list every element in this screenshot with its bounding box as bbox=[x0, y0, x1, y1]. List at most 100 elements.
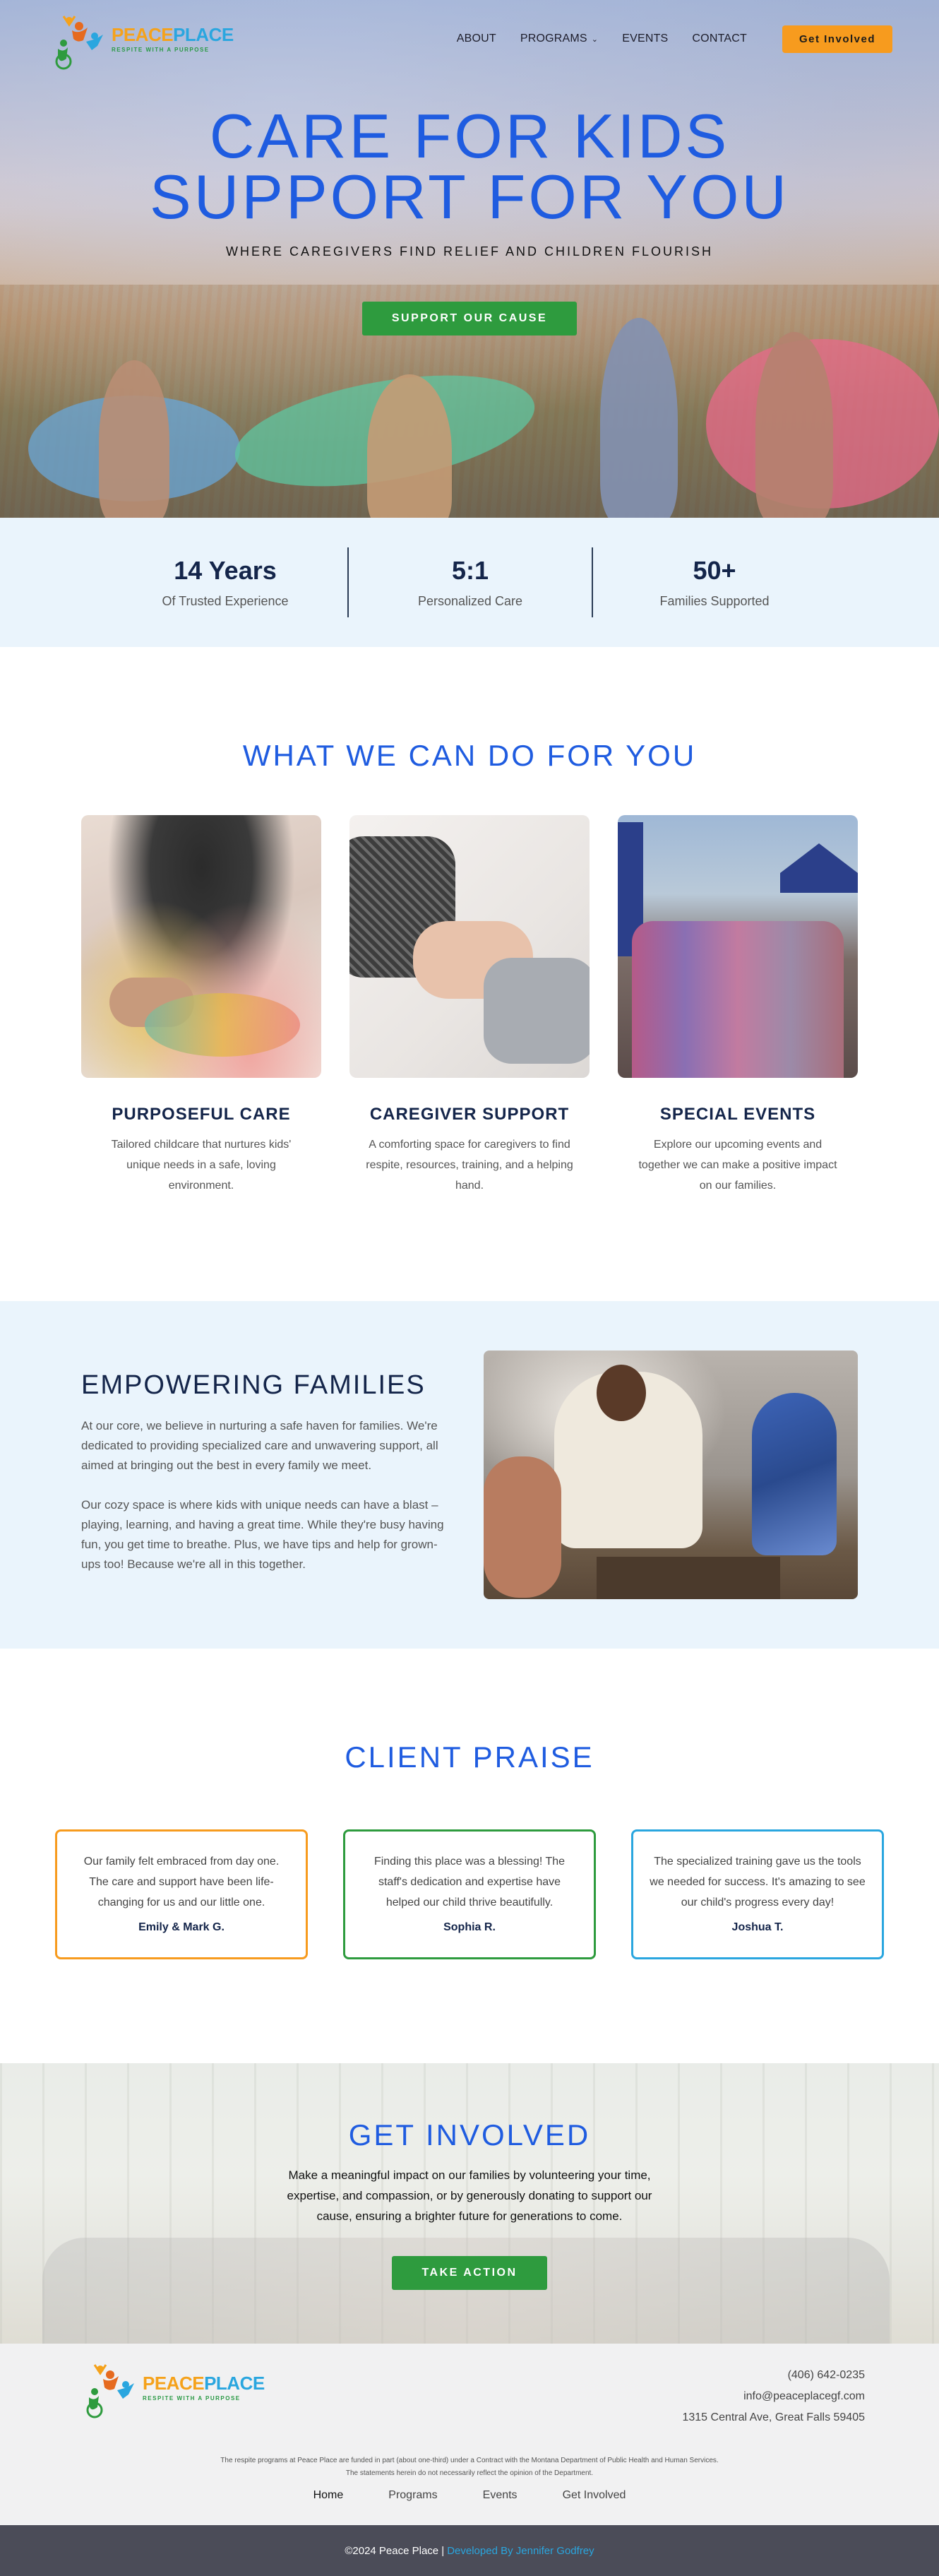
testimonial-quote: Our family felt embraced from day one. T… bbox=[83, 1856, 280, 1909]
testimonial-author: Emily & Mark G. bbox=[138, 1921, 225, 1933]
service-text: Explore our upcoming events and together… bbox=[638, 1139, 837, 1192]
developer-credit-link[interactable]: Developed By Jennifer Godfrey bbox=[447, 2545, 594, 2557]
get-involved-text: Make a meaningful impact on our families… bbox=[287, 2168, 652, 2223]
service-image-event-group bbox=[618, 815, 858, 1078]
take-action-button[interactable]: TAKE ACTION bbox=[392, 2256, 547, 2290]
stat-experience: 14 Years Of Trusted Experience bbox=[103, 547, 347, 617]
photo-paper-shapes bbox=[145, 993, 300, 1057]
hero-subtitle: WHERE CAREGIVERS FIND RELIEF AND CHILDRE… bbox=[225, 244, 714, 259]
testimonial-author: Joshua T. bbox=[731, 1921, 784, 1933]
funding-disclaimer: The respite programs at Peace Place are … bbox=[0, 2455, 939, 2480]
logo-tagline: RESPITE WITH A PURPOSE bbox=[143, 2394, 241, 2402]
testimonial-author: Sophia R. bbox=[443, 1921, 496, 1933]
nav-item-contact[interactable]: CONTACT bbox=[692, 32, 747, 45]
testimonial-quote: Finding this place was a blessing! The s… bbox=[373, 1856, 566, 1909]
hero-copy: CARE FOR KIDS SUPPORT FOR YOU WHERE CARE… bbox=[0, 105, 939, 336]
get-involved-section: GET INVOLVED Make a meaningful impact on… bbox=[0, 2063, 939, 2344]
services-title: WHAT WE CAN DO FOR YOU bbox=[242, 739, 697, 772]
logo-name-peace: PEACE bbox=[112, 23, 174, 45]
logo-figures-icon bbox=[85, 2355, 137, 2420]
footer-email[interactable]: info@peaceplacegf.com bbox=[682, 2386, 865, 2407]
empowering-title: EMPOWERING FAMILIES bbox=[81, 1370, 426, 1400]
stat-label: Families Supported bbox=[659, 594, 770, 608]
testimonial-card: Finding this place was a blessing! The s… bbox=[343, 1829, 596, 1959]
logo-name-place: PLACE bbox=[173, 23, 234, 45]
footer-address: 1315 Central Ave, Great Falls 59405 bbox=[682, 2411, 865, 2423]
footer: PEACEPLACE RESPITE WITH A PURPOSE (406) … bbox=[0, 2344, 939, 2525]
stat-number: 50+ bbox=[693, 556, 736, 585]
photo-father-head bbox=[597, 1365, 646, 1421]
empowering-families-section: EMPOWERING FAMILIES At our core, we beli… bbox=[0, 1301, 939, 1649]
service-title: PURPOSEFUL CARE bbox=[112, 1105, 291, 1124]
copyright-text: ©2024 Peace Place | bbox=[345, 2544, 445, 2557]
family-playing-image bbox=[484, 1351, 858, 1599]
service-title: CAREGIVER SUPPORT bbox=[369, 1105, 570, 1124]
logo-name-place: PLACE bbox=[204, 2372, 265, 2394]
hero-photo-child bbox=[755, 332, 833, 518]
testimonials: Our family felt embraced from day one. T… bbox=[0, 1829, 939, 1959]
photo-grey-sleeve bbox=[484, 958, 590, 1064]
logo-name-peace: PEACE bbox=[143, 2372, 205, 2394]
logo-name: PEACEPLACE bbox=[112, 25, 234, 44]
footer-link-get-involved[interactable]: Get Involved bbox=[563, 2489, 626, 2502]
hero-section: PEACEPLACE RESPITE WITH A PURPOSE ABOUT … bbox=[0, 0, 939, 518]
service-text: A comforting space for caregivers to fin… bbox=[366, 1139, 573, 1192]
service-card-purposeful-care: PURPOSEFUL CARE Tailored childcare that … bbox=[81, 815, 321, 1196]
get-involved-button[interactable]: Get Involved bbox=[782, 25, 892, 53]
services-section: WHAT WE CAN DO FOR YOU PURPOSEFUL CARE T… bbox=[0, 647, 939, 1301]
footer-link-programs[interactable]: Programs bbox=[388, 2489, 437, 2502]
footer-contact: (406) 642-0235 info@peaceplacegf.com 131… bbox=[682, 2365, 865, 2428]
footer-phone[interactable]: (406) 642-0235 bbox=[682, 2365, 865, 2386]
hero-title: CARE FOR KIDS SUPPORT FOR YOU bbox=[0, 105, 939, 228]
testimonial-card: The specialized training gave us the too… bbox=[631, 1829, 884, 1959]
stat-ratio: 5:1 Personalized Care bbox=[347, 547, 592, 617]
stat-number: 14 Years bbox=[174, 556, 277, 585]
praise-title: CLIENT PRAISE bbox=[345, 1740, 594, 1774]
stats-bar: 14 Years Of Trusted Experience 5:1 Perso… bbox=[0, 518, 939, 647]
footer-logo[interactable]: PEACEPLACE RESPITE WITH A PURPOSE bbox=[85, 2355, 265, 2420]
client-praise-section: CLIENT PRAISE Our family felt embraced f… bbox=[0, 1649, 939, 2063]
disclaimer-line: The respite programs at Peace Place are … bbox=[220, 2457, 719, 2464]
testimonial-quote: The specialized training gave us the too… bbox=[650, 1856, 866, 1909]
stat-number: 5:1 bbox=[451, 556, 489, 585]
service-image-crafts bbox=[81, 815, 321, 1078]
top-navigation: PEACEPLACE RESPITE WITH A PURPOSE ABOUT … bbox=[0, 0, 939, 78]
services-cards: PURPOSEFUL CARE Tailored childcare that … bbox=[0, 815, 939, 1196]
nav-item-programs-label: PROGRAMS bbox=[520, 32, 587, 44]
chevron-down-icon: ⌄ bbox=[591, 35, 599, 44]
get-involved-copy: GET INVOLVED Make a meaningful impact on… bbox=[0, 2063, 939, 2290]
main-menu: ABOUT PROGRAMS ⌄ EVENTS CONTACT Get Invol… bbox=[457, 25, 892, 53]
photo-event-tent bbox=[780, 843, 858, 893]
photo-child-hoodie bbox=[752, 1393, 837, 1555]
support-our-cause-button[interactable]: SUPPORT OUR CAUSE bbox=[361, 302, 578, 336]
photo-table bbox=[597, 1557, 780, 1599]
empowering-paragraph: Our cozy space is where kids with unique… bbox=[81, 1498, 444, 1571]
empowering-text: EMPOWERING FAMILIES At our core, we beli… bbox=[81, 1351, 455, 1649]
stat-families: 50+ Families Supported bbox=[592, 547, 836, 617]
service-title: SPECIAL EVENTS bbox=[659, 1105, 816, 1124]
service-card-caregiver-support: CAREGIVER SUPPORT A comforting space for… bbox=[349, 815, 590, 1196]
photo-color-run-group bbox=[632, 921, 844, 1078]
hero-title-line2: SUPPORT FOR YOU bbox=[150, 162, 789, 232]
footer-link-home[interactable]: Home bbox=[313, 2489, 344, 2502]
service-card-special-events: SPECIAL EVENTS Explore our upcoming even… bbox=[618, 815, 858, 1196]
hero-title-line1: CARE FOR KIDS bbox=[209, 101, 730, 171]
service-image-hands bbox=[349, 815, 590, 1078]
footer-link-events[interactable]: Events bbox=[483, 2489, 518, 2502]
logo-figures-icon bbox=[54, 6, 106, 71]
stat-label: Personalized Care bbox=[417, 594, 523, 608]
hero-photo-child bbox=[600, 318, 678, 518]
nav-item-events[interactable]: EVENTS bbox=[622, 32, 668, 45]
disclaimer-line: The statements herein do not necessarily… bbox=[345, 2469, 594, 2477]
nav-item-programs[interactable]: PROGRAMS ⌄ bbox=[520, 32, 598, 45]
logo-tagline: RESPITE WITH A PURPOSE bbox=[112, 46, 210, 53]
logo-name: PEACEPLACE bbox=[143, 2374, 265, 2392]
footer-links: Home Programs Events Get Involved bbox=[0, 2489, 939, 2502]
hero-photo-child bbox=[99, 360, 169, 518]
stat-label: Of Trusted Experience bbox=[162, 594, 289, 608]
site-logo[interactable]: PEACEPLACE RESPITE WITH A PURPOSE bbox=[54, 6, 234, 71]
nav-item-about[interactable]: ABOUT bbox=[457, 32, 496, 45]
photo-mother bbox=[484, 1456, 561, 1598]
testimonial-card: Our family felt embraced from day one. T… bbox=[55, 1829, 308, 1959]
service-text: Tailored childcare that nurtures kids' u… bbox=[111, 1139, 292, 1192]
